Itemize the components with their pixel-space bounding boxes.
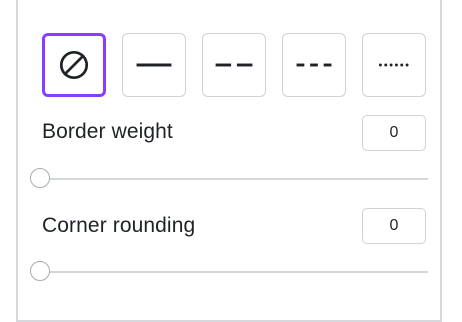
border-style-long-dash-button[interactable] (202, 33, 266, 97)
corner-rounding-slider-thumb[interactable] (30, 261, 50, 281)
long-dash-line-icon (215, 63, 253, 67)
no-border-icon (59, 50, 89, 80)
corner-rounding-slider-track (40, 271, 428, 273)
border-style-dotted-button[interactable] (362, 33, 426, 97)
corner-rounding-input[interactable]: 0 (362, 208, 426, 244)
short-dash-line-icon (296, 63, 332, 67)
corner-rounding-label: Corner rounding (42, 214, 196, 237)
border-weight-label: Border weight (42, 120, 173, 143)
border-style-short-dash-button[interactable] (282, 33, 346, 97)
border-weight-slider-track (40, 178, 428, 180)
border-style-panel: Border weight 0 Corner rounding 0 (16, 0, 442, 322)
border-weight-slider-thumb[interactable] (30, 168, 50, 188)
dotted-line-icon (378, 63, 409, 67)
border-style-solid-button[interactable] (122, 33, 186, 97)
border-weight-input[interactable]: 0 (362, 115, 426, 151)
solid-line-icon (136, 63, 172, 67)
border-style-none-button[interactable] (42, 33, 106, 97)
corner-rounding-slider[interactable] (28, 260, 428, 284)
border-weight-slider[interactable] (28, 167, 428, 191)
